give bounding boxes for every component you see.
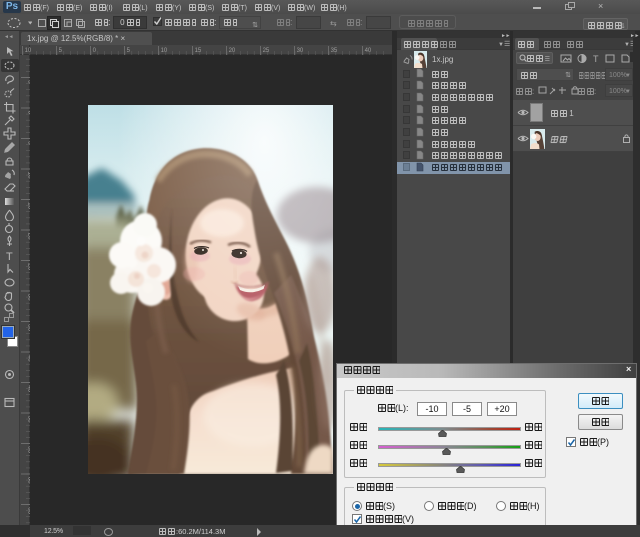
svg-text:30: 30: [297, 48, 304, 54]
svg-text:20: 20: [229, 48, 236, 54]
svg-text:10: 10: [161, 48, 168, 54]
svg-text:5: 5: [127, 48, 131, 54]
svg-text:40: 40: [365, 48, 372, 54]
svg-text:5: 5: [59, 48, 63, 54]
svg-text:25: 25: [263, 48, 270, 54]
svg-text:T: T: [593, 54, 599, 64]
svg-text:35: 35: [331, 48, 338, 54]
svg-text:15: 15: [195, 48, 202, 54]
svg-text:0: 0: [93, 48, 97, 54]
